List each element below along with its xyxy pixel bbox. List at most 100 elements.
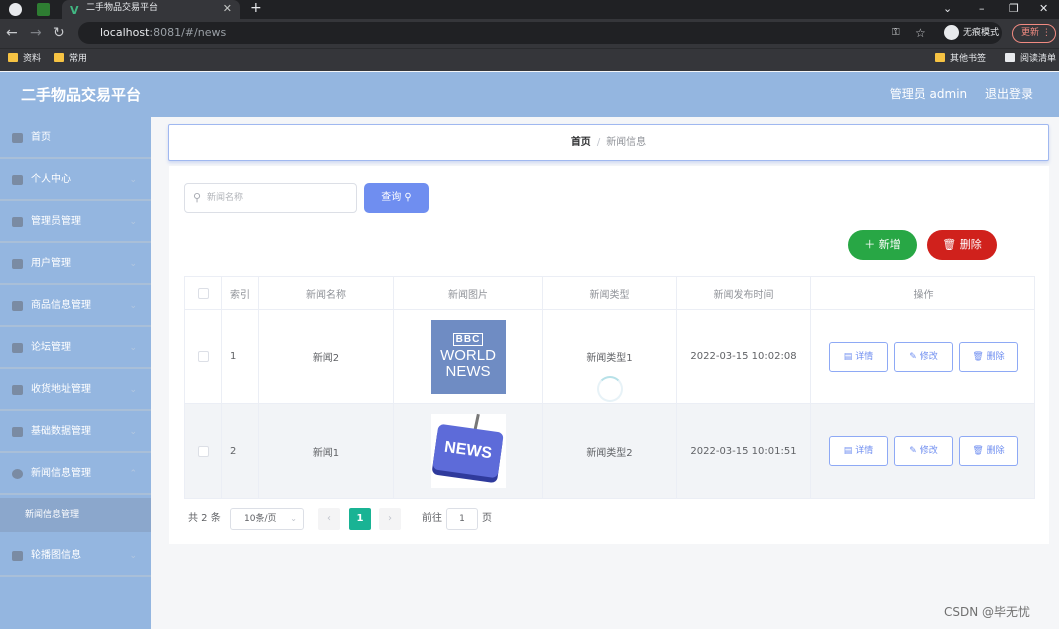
- image-cell: NEWS: [394, 404, 543, 498]
- table-row: 2 新闻1 NEWS 新闻类型2 2022-03-15 10:01:51 ▤ 详…: [184, 404, 1035, 499]
- detail-label: 详情: [855, 446, 874, 456]
- image-caption-text: WORLD: [440, 347, 496, 364]
- update-button[interactable]: 更新 ⋮: [1012, 24, 1056, 43]
- back-icon[interactable]: ←: [6, 21, 18, 45]
- name-cell: 新闻2: [259, 310, 394, 403]
- crop-icon: [12, 385, 23, 395]
- chevron-down-icon: ⌄: [129, 301, 137, 311]
- delete-button[interactable]: 🗑 删除: [959, 436, 1018, 466]
- sidebar-item-forum[interactable]: 论坛管理 ⌄: [0, 327, 151, 369]
- image-caption-text: NEWS: [445, 363, 491, 380]
- detail-button[interactable]: ▤ 详情: [829, 341, 888, 372]
- chrome-icon[interactable]: [9, 3, 22, 16]
- news-image[interactable]: BBC WORLD NEWS: [430, 319, 506, 394]
- trash-icon: 🗑: [972, 351, 984, 362]
- time-cell: 2022-03-15 10:01:51: [677, 404, 811, 498]
- delete-button[interactable]: 🗑 删除: [959, 341, 1018, 372]
- name-cell: 新闻1: [259, 404, 394, 498]
- select-all-checkbox[interactable]: [197, 287, 209, 299]
- folder-icon: [8, 53, 18, 62]
- sidebar-item-admins[interactable]: 管理员管理 ⌄: [0, 201, 151, 243]
- chevron-down-icon[interactable]: ⌄: [943, 0, 952, 17]
- logout-link[interactable]: 退出登录: [985, 87, 1033, 101]
- time-cell: 2022-03-15 10:02:08: [677, 310, 811, 403]
- page-suffix-label: 页: [482, 513, 492, 524]
- other-bookmarks[interactable]: 其他书签: [935, 52, 986, 66]
- sidebar-item-profile[interactable]: 个人中心 ⌄: [0, 159, 151, 201]
- minimize-icon[interactable]: –: [979, 0, 985, 17]
- page-size-select[interactable]: 10条/页 ⌄: [230, 508, 304, 530]
- bookmark-label: 资料: [23, 54, 42, 64]
- bookmark-folder[interactable]: 资料: [8, 52, 41, 66]
- browser-tab[interactable]: V 二手物品交易平台 ✕: [62, 0, 240, 19]
- search-input[interactable]: [207, 189, 347, 207]
- reload-icon[interactable]: ↻: [53, 21, 65, 45]
- browser-tab-strip: V 二手物品交易平台 ✕ + ⌄ – ❐ ✕: [0, 0, 1059, 19]
- star-icon[interactable]: ☆: [915, 21, 926, 45]
- chevron-down-icon: ⌄: [129, 343, 137, 353]
- send-icon: [12, 301, 23, 311]
- key-icon[interactable]: ⚿: [892, 21, 900, 45]
- next-page-button[interactable]: ›: [379, 508, 401, 530]
- app-header: 二手物品交易平台 管理员 admin 退出登录: [0, 72, 1059, 117]
- bookmark-label: 阅读清单: [1020, 54, 1057, 64]
- monitor-icon: [12, 427, 23, 437]
- close-tab-icon[interactable]: ✕: [223, 0, 232, 17]
- forward-icon[interactable]: →: [30, 21, 42, 45]
- incognito-indicator[interactable]: 无痕模式: [944, 24, 999, 42]
- chart-icon: [12, 343, 23, 353]
- news-image[interactable]: NEWS: [430, 413, 506, 488]
- goto-label: 前往: [422, 513, 442, 524]
- sidebar-item-label: 管理员管理: [31, 216, 81, 227]
- sidebar-item-news[interactable]: 新闻信息管理 ⌃: [0, 453, 151, 495]
- restore-icon[interactable]: ❐: [1009, 0, 1019, 17]
- query-button[interactable]: 查询 ⚲: [364, 183, 429, 213]
- sidebar-item-users[interactable]: 用户管理 ⌄: [0, 243, 151, 285]
- sidebar-item-carousel[interactable]: 轮播图信息 ⌄: [0, 535, 151, 577]
- prev-page-button[interactable]: ‹: [318, 508, 340, 530]
- sidebar-item-basedata[interactable]: 基础数据管理 ⌄: [0, 411, 151, 453]
- edit-button[interactable]: ✎ 修改: [894, 436, 953, 466]
- add-button[interactable]: ＋ 新增: [848, 230, 917, 260]
- header-user-area: 管理员 admin 退出登录: [876, 72, 1033, 117]
- edit-label: 修改: [919, 446, 938, 456]
- row-checkbox[interactable]: [197, 351, 209, 362]
- add-label: 新增: [878, 238, 901, 251]
- edit-icon: ✎: [909, 446, 917, 456]
- user-icon: [12, 175, 23, 185]
- submenu-item-news-manage[interactable]: 新闻信息管理: [0, 498, 151, 532]
- sidebar-item-home[interactable]: 首页: [0, 117, 151, 159]
- ops-cell: ▤ 详情 ✎ 修改 🗑 删除: [811, 310, 1036, 403]
- search-icon: ⚲: [193, 191, 202, 204]
- batch-delete-button[interactable]: 🗑 删除: [927, 230, 997, 260]
- delete-label: 删除: [959, 238, 982, 251]
- search-box[interactable]: ⚲: [184, 183, 357, 213]
- app-tab-icon[interactable]: [37, 3, 50, 16]
- bookmark-label: 其他书签: [950, 54, 987, 64]
- breadcrumb-home[interactable]: 首页: [571, 137, 591, 148]
- window-close-icon[interactable]: ✕: [1039, 0, 1048, 17]
- trash-icon: 🗑: [942, 238, 957, 251]
- folder-icon: [935, 53, 945, 62]
- breadcrumb: 首页 / 新闻信息: [168, 124, 1049, 161]
- delete-label: 删除: [986, 351, 1005, 362]
- bookmark-folder[interactable]: 常用: [54, 52, 87, 66]
- url-bar[interactable]: localhost:8081/#/news: [78, 22, 1002, 44]
- detail-button[interactable]: ▤ 详情: [829, 436, 888, 466]
- new-tab-icon[interactable]: +: [250, 0, 262, 17]
- row-checkbox[interactable]: [197, 445, 209, 457]
- sidebar-item-address[interactable]: 收货地址管理 ⌄: [0, 369, 151, 411]
- goto-page-input[interactable]: 1: [446, 508, 478, 530]
- pagination-total: 共 2 条: [188, 513, 221, 524]
- url-path: :8081/#/news: [149, 26, 227, 39]
- sidebar-item-label: 用户管理: [31, 258, 71, 269]
- reading-list[interactable]: 阅读清单: [1005, 52, 1056, 66]
- detail-label: 详情: [855, 351, 874, 362]
- type-cell: 新闻类型2: [543, 404, 677, 498]
- card-icon: [12, 259, 23, 269]
- chevron-left-icon: ‹: [327, 513, 331, 524]
- sidebar-item-label: 基础数据管理: [31, 426, 91, 437]
- edit-button[interactable]: ✎ 修改: [894, 341, 953, 372]
- sidebar-item-goods[interactable]: 商品信息管理 ⌄: [0, 285, 151, 327]
- page-number-current[interactable]: 1: [349, 508, 371, 530]
